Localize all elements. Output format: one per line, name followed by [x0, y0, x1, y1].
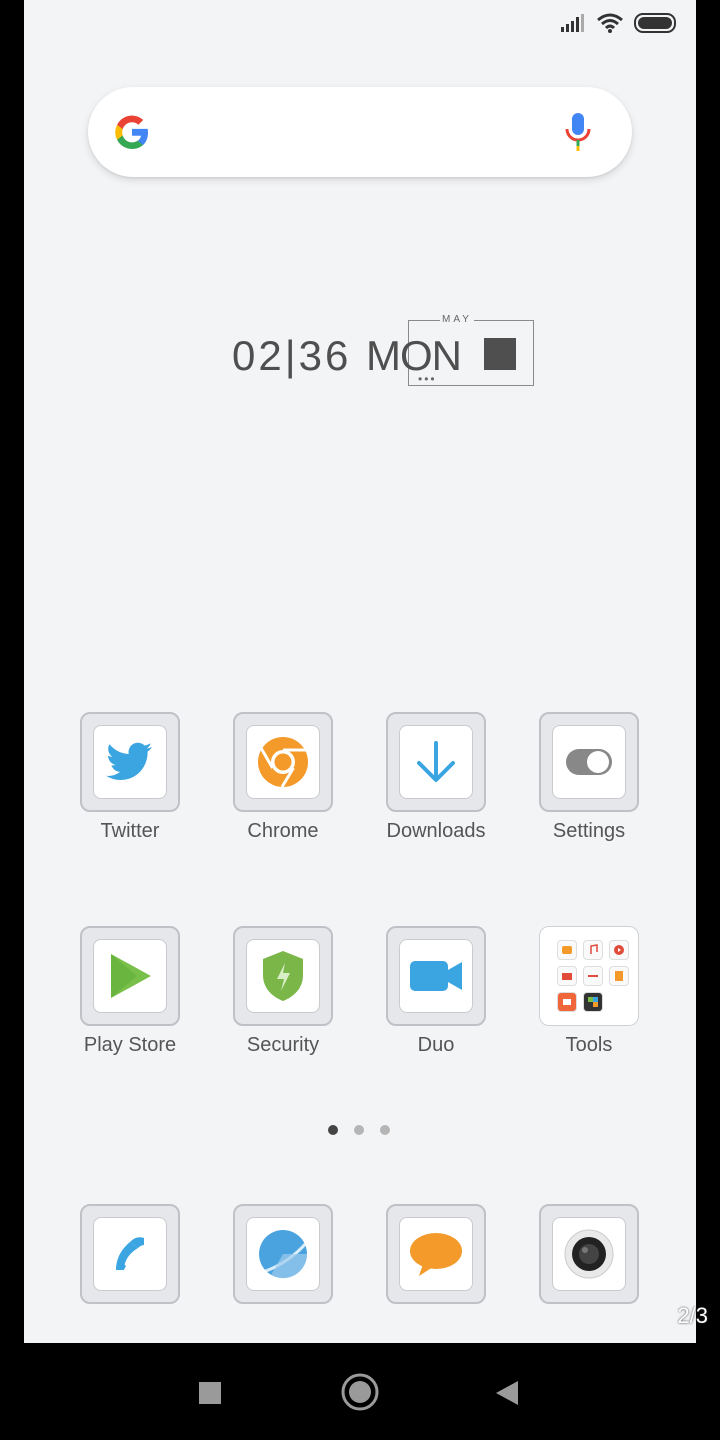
mic-icon[interactable] — [562, 111, 594, 153]
play-store-icon — [111, 954, 151, 998]
video-camera-icon — [410, 961, 462, 991]
app-play-store[interactable]: Play Store — [65, 926, 195, 1057]
dock-browser[interactable] — [218, 1204, 348, 1304]
app-label: Settings — [552, 820, 626, 842]
mini-gallery-icon — [583, 992, 603, 1012]
navigation-bar — [0, 1343, 720, 1440]
app-label: Play Store — [83, 1034, 177, 1056]
status-bar — [560, 10, 678, 36]
messages-icon — [410, 1233, 462, 1276]
wifi-icon — [597, 13, 623, 33]
app-tile[interactable] — [80, 712, 180, 812]
google-search-bar[interactable] — [88, 87, 632, 177]
mini-file-icon — [609, 966, 629, 986]
mini-video-icon — [609, 940, 629, 960]
app-tile[interactable] — [80, 1204, 180, 1304]
recents-button[interactable] — [198, 1381, 222, 1405]
clock-month: MAY — [440, 314, 474, 325]
browser-icon — [259, 1230, 309, 1279]
app-tile[interactable] — [539, 1204, 639, 1304]
chrome-icon — [258, 737, 308, 788]
page-dot[interactable] — [354, 1125, 364, 1135]
home-screen: 02|36 MAY MON ••• Twitter Chrome Downloa… — [24, 0, 696, 1343]
page-dots[interactable] — [328, 1125, 390, 1135]
mini-recorder-icon — [557, 992, 577, 1012]
app-label: Twitter — [100, 820, 160, 842]
page-dot[interactable] — [328, 1125, 338, 1135]
app-downloads[interactable]: Downloads — [371, 712, 501, 843]
mini-thumb-icon — [557, 940, 577, 960]
app-label: Chrome — [247, 820, 319, 842]
app-tools-folder[interactable]: Tools — [524, 926, 654, 1057]
clock-widget[interactable]: 02|36 MAY MON ••• — [232, 314, 534, 390]
back-button[interactable] — [494, 1380, 520, 1406]
page-indicator: 2/3 — [677, 1303, 708, 1328]
camera-icon — [564, 1229, 614, 1279]
dock-camera[interactable] — [524, 1204, 654, 1304]
phone-icon — [116, 1237, 144, 1270]
app-tile[interactable] — [233, 926, 333, 1026]
mini-mail-icon — [557, 966, 577, 986]
app-label: Security — [246, 1034, 320, 1056]
app-tile[interactable] — [539, 712, 639, 812]
app-settings[interactable]: Settings — [524, 712, 654, 843]
app-chrome[interactable]: Chrome — [218, 712, 348, 843]
google-logo-icon — [115, 115, 148, 150]
app-tile[interactable] — [233, 1204, 333, 1304]
dock-phone[interactable] — [65, 1204, 195, 1304]
app-tile[interactable] — [386, 1204, 486, 1304]
toggle-icon — [566, 749, 612, 775]
shield-icon — [263, 951, 303, 1001]
clock-time: 02|36 — [232, 332, 352, 379]
app-tile[interactable] — [386, 926, 486, 1026]
folder-icon[interactable] — [539, 926, 639, 1026]
clock-dots: ••• — [418, 372, 437, 386]
app-duo[interactable]: Duo — [371, 926, 501, 1057]
mini-tool-icon — [583, 966, 603, 986]
app-tile[interactable] — [80, 926, 180, 1026]
date-square — [484, 338, 516, 370]
app-label: Downloads — [386, 820, 486, 842]
dock-messages[interactable] — [371, 1204, 501, 1304]
app-tile[interactable] — [233, 712, 333, 812]
app-label: Tools — [565, 1034, 613, 1056]
app-label: Duo — [417, 1034, 455, 1056]
mini-music-icon — [583, 940, 603, 960]
signal-icon — [561, 14, 584, 32]
app-twitter[interactable]: Twitter — [65, 712, 195, 843]
app-tile[interactable] — [386, 712, 486, 812]
home-button[interactable] — [341, 1373, 379, 1411]
download-icon — [417, 741, 455, 782]
page-dot[interactable] — [380, 1125, 390, 1135]
clock-weekday: MON — [366, 332, 462, 379]
app-security[interactable]: Security — [218, 926, 348, 1057]
battery-icon — [634, 13, 676, 33]
twitter-icon — [106, 742, 152, 780]
